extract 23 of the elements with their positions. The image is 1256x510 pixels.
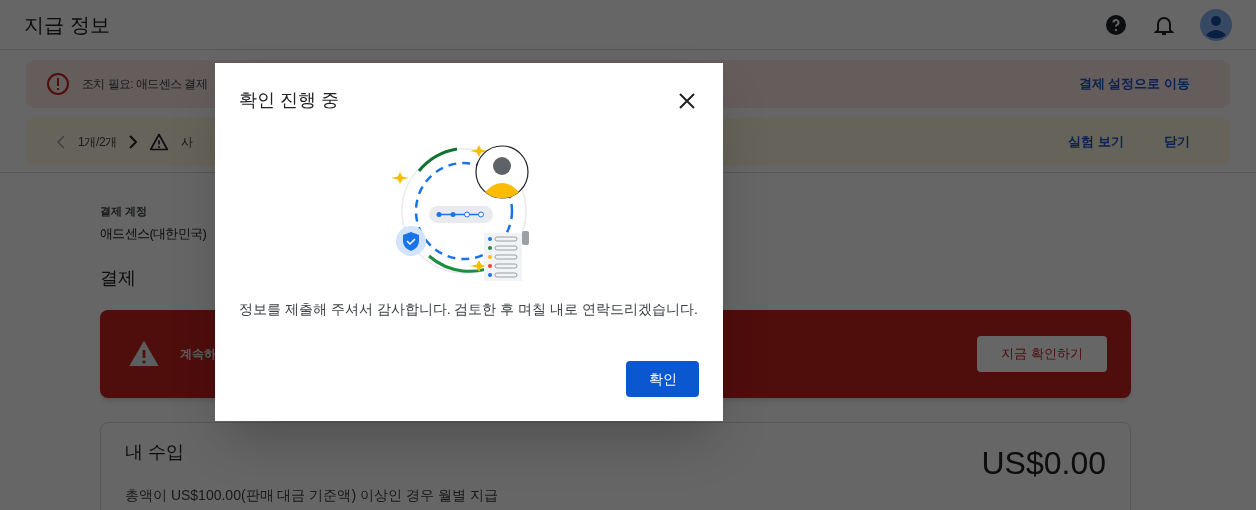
banner-link[interactable]: 실험 보기	[1068, 132, 1124, 152]
warning-icon	[149, 132, 170, 152]
dialog-title: 확인 진행 중	[239, 89, 339, 112]
banner-message: 조치 필요: 애드센스 결제	[82, 76, 207, 93]
error-icon	[46, 72, 70, 96]
section-heading: 결제	[100, 267, 137, 290]
payout-note: 총액이 US$100.00(판매 대금 기준액) 이상인 경우 월별 지급	[125, 487, 498, 505]
dialog-message: 정보를 제출해 주셔서 감사합니다. 검토한 후 며칠 내로 연락드리겠습니다.	[239, 300, 699, 319]
account-value: 애드센스(대한민국)	[100, 224, 207, 243]
banner-link[interactable]: 결제 설정으로 이동	[1078, 74, 1190, 94]
pager-label: 1개/2개	[78, 134, 118, 151]
account-label: 결제 계정	[100, 204, 149, 219]
check-now-button[interactable]: 지금 확인하기	[977, 336, 1107, 372]
avatar-icon[interactable]	[1200, 8, 1232, 41]
alert-message: 계속하	[180, 346, 216, 363]
close-icon[interactable]	[679, 92, 695, 109]
earnings-amount: US$0.00	[981, 444, 1106, 483]
earnings-title: 내 수입	[125, 441, 184, 464]
page-title: 지급 정보	[24, 12, 110, 38]
banner-link[interactable]: 닫기	[1164, 132, 1190, 152]
confirm-button[interactable]: 확인	[626, 361, 699, 397]
help-icon[interactable]	[1104, 12, 1128, 37]
banner-message: 사	[181, 134, 193, 151]
